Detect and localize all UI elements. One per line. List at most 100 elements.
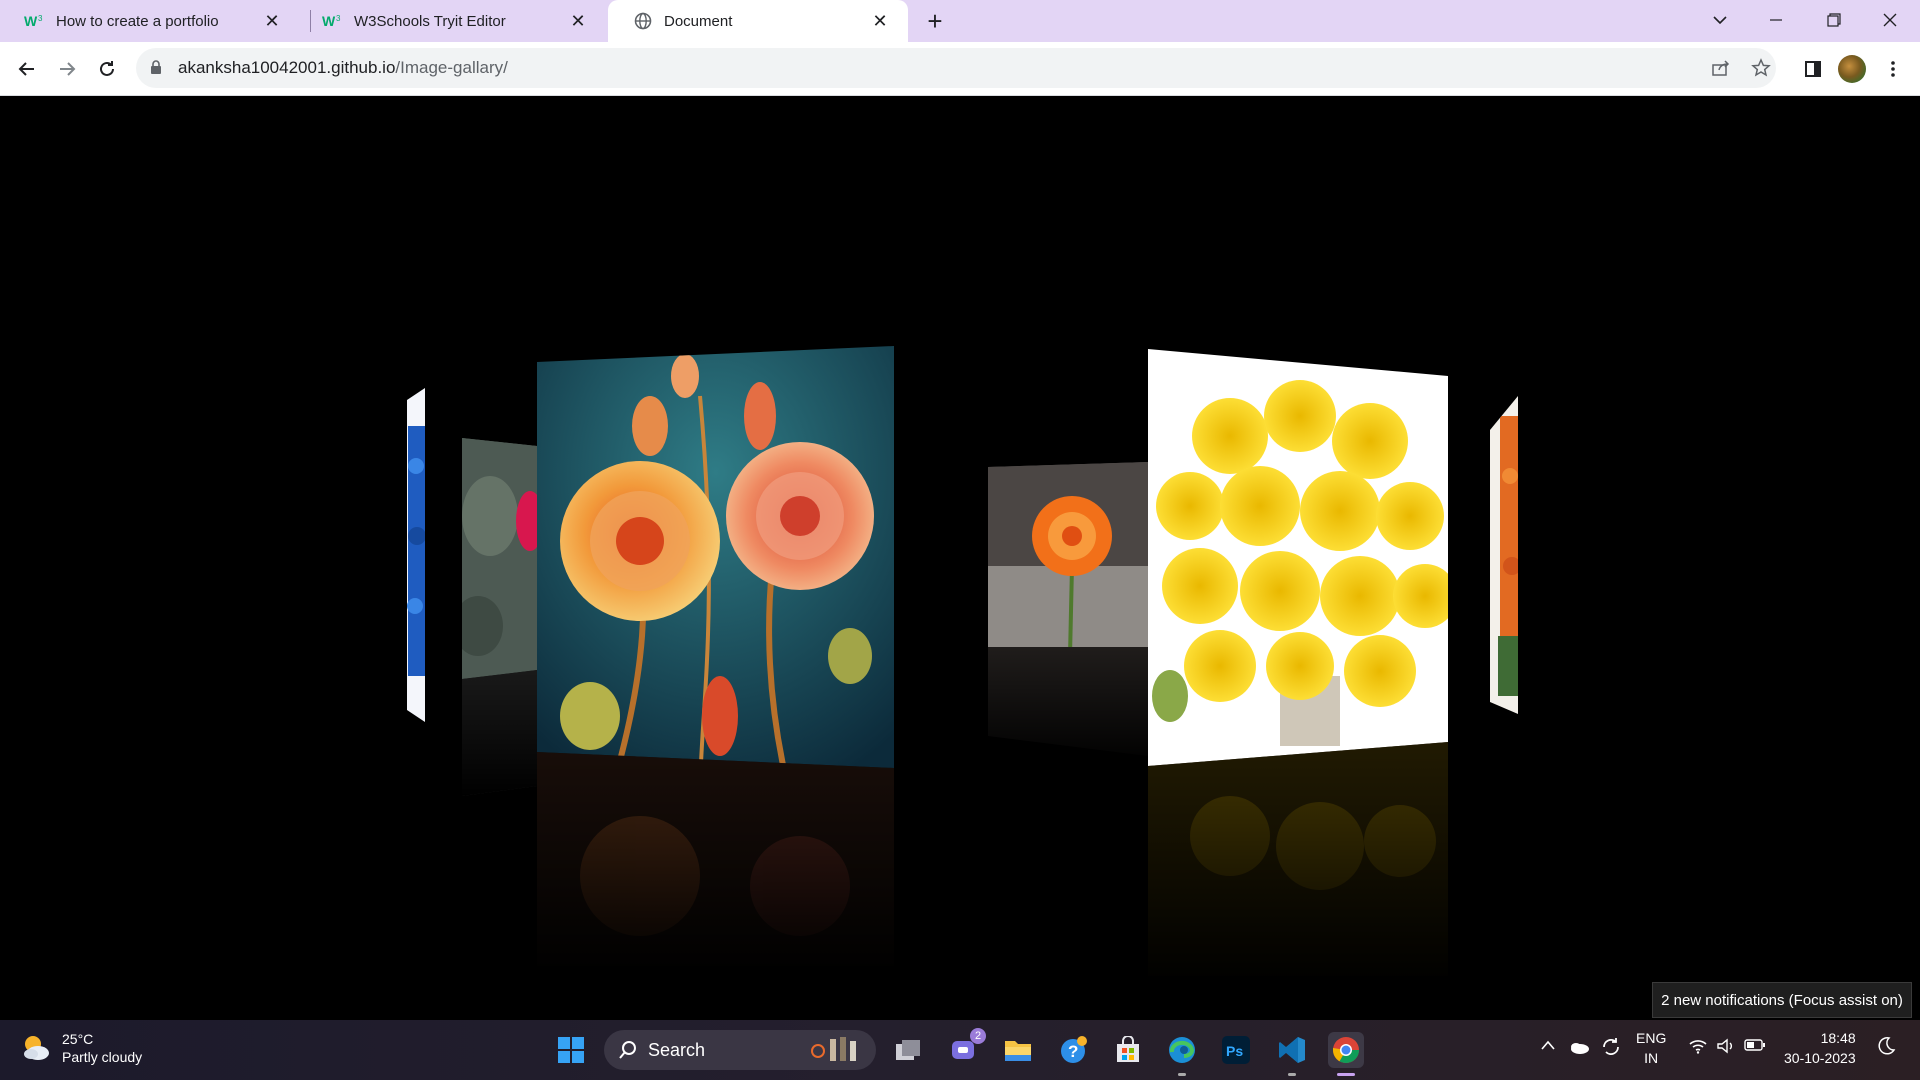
svg-text:Ps: Ps <box>1226 1043 1243 1059</box>
language-indicator[interactable]: ENG IN <box>1636 1028 1666 1068</box>
close-tab-icon[interactable]: ✕ <box>568 11 588 31</box>
url-text[interactable]: akanksha10042001.github.io/Image-gallary… <box>178 58 508 78</box>
tab-title: Document <box>664 12 733 30</box>
search-highlight-icon <box>811 1037 856 1061</box>
edge-icon <box>1169 1037 1195 1063</box>
gallery-page <box>0 96 1920 1020</box>
url-path: /Image-gallary/ <box>395 58 508 77</box>
partly-cloudy-icon <box>24 1036 49 1060</box>
side-panel-icon <box>1805 61 1821 77</box>
system-clock[interactable]: 18:48 30-10-2023 <box>1784 1028 1856 1068</box>
get-help-button[interactable]: ? <box>1056 1032 1092 1068</box>
running-indicator <box>1178 1073 1186 1076</box>
close-icon <box>1883 13 1897 27</box>
store-icon <box>1117 1036 1139 1062</box>
task-view-button[interactable] <box>890 1032 926 1068</box>
wifi-icon[interactable] <box>1688 1038 1708 1057</box>
lock-icon[interactable] <box>150 60 162 80</box>
language-line2: IN <box>1644 1050 1659 1066</box>
notification-toast[interactable]: 2 new notifications (Focus assist on) <box>1652 982 1912 1018</box>
image-carousel <box>407 346 1521 986</box>
gallery-image-orange-flowers[interactable] <box>1490 396 1521 856</box>
globe-icon <box>632 12 654 30</box>
share-icon[interactable] <box>1710 57 1732 79</box>
folder-icon <box>1005 1041 1031 1061</box>
running-indicator <box>1288 1073 1296 1076</box>
url-host: akanksha10042001.github.io <box>178 58 396 77</box>
w3schools-icon: W3 <box>322 13 344 29</box>
tab-w3schools-tryit[interactable]: W3 W3Schools Tryit Editor ✕ <box>298 0 606 42</box>
tab-title: W3Schools Tryit Editor <box>354 12 506 30</box>
photoshop-button[interactable]: Ps <box>1218 1032 1254 1068</box>
gallery-image-orange-rose[interactable] <box>988 462 1148 766</box>
tab-search-button[interactable] <box>1692 0 1748 40</box>
tab-document[interactable]: Document ✕ <box>608 0 908 42</box>
task-view-icon <box>896 1040 920 1060</box>
chat-badge: 2 <box>970 1028 986 1044</box>
file-explorer-button[interactable] <box>1000 1032 1036 1068</box>
vscode-button[interactable] <box>1274 1032 1310 1076</box>
gallery-image-pink-rose[interactable] <box>453 436 544 796</box>
restore-icon <box>1827 13 1841 27</box>
profile-avatar[interactable] <box>1838 55 1866 83</box>
windows-logo-icon <box>558 1037 584 1063</box>
tab-strip: W3 How to create a portfolio ✕ W3 W3Scho… <box>0 0 1920 42</box>
focus-assist-icon[interactable] <box>1876 1036 1896 1059</box>
forward-button[interactable] <box>52 54 82 84</box>
search-label: Search <box>648 1039 706 1060</box>
chrome-button[interactable] <box>1328 1032 1364 1076</box>
show-hidden-icons-button[interactable] <box>1540 1038 1556 1054</box>
browser-toolbar: akanksha10042001.github.io/Image-gallary… <box>0 42 1920 96</box>
new-tab-button[interactable]: + <box>920 6 950 36</box>
svg-text:3: 3 <box>38 14 43 23</box>
arrow-right-icon <box>60 62 76 76</box>
side-panel-button[interactable] <box>1798 54 1828 84</box>
edge-button[interactable] <box>1164 1032 1200 1076</box>
taskbar-search[interactable]: Search <box>604 1030 876 1070</box>
reload-button[interactable] <box>92 54 122 84</box>
more-vertical-icon <box>1891 61 1895 77</box>
tab-title: How to create a portfolio <box>56 12 219 30</box>
chrome-icon <box>1332 1037 1360 1064</box>
svg-text:W: W <box>24 14 38 28</box>
restore-button[interactable] <box>1806 0 1862 40</box>
windows-taskbar: 25°C Partly cloudy Search 2 ? Ps ENG IN … <box>0 1020 1920 1080</box>
reload-icon <box>100 61 114 76</box>
gallery-image-yellow-roses-bouquet[interactable] <box>1148 349 1457 986</box>
photoshop-icon: Ps <box>1222 1036 1250 1064</box>
help-icon: ? <box>1061 1036 1087 1063</box>
back-button[interactable] <box>12 54 42 84</box>
menu-button[interactable] <box>1878 54 1908 84</box>
search-icon <box>619 1041 636 1059</box>
teams-chat-button[interactable]: 2 <box>946 1028 986 1068</box>
close-tab-icon[interactable]: ✕ <box>870 11 890 31</box>
weather-condition: Partly cloudy <box>62 1049 143 1065</box>
w3schools-icon: W3 <box>24 13 46 29</box>
weather-temp: 25°C <box>62 1031 94 1047</box>
close-tab-icon[interactable]: ✕ <box>262 11 282 31</box>
onedrive-icon[interactable] <box>1568 1040 1590 1057</box>
clock-time: 18:48 <box>1820 1030 1856 1046</box>
svg-text:?: ? <box>1068 1042 1078 1061</box>
weather-widget[interactable]: 25°C Partly cloudy <box>20 1030 142 1066</box>
running-indicator <box>1337 1073 1355 1076</box>
svg-text:3: 3 <box>336 14 341 23</box>
microsoft-store-button[interactable] <box>1110 1032 1146 1068</box>
chevron-down-icon <box>1713 16 1727 25</box>
volume-icon[interactable] <box>1716 1038 1736 1057</box>
battery-icon[interactable] <box>1744 1038 1766 1055</box>
language-line1: ENG <box>1636 1030 1667 1046</box>
vscode-icon <box>1279 1037 1305 1063</box>
gallery-image-orange-red-roses-painting[interactable] <box>537 346 894 976</box>
chevron-up-icon <box>1541 1040 1555 1050</box>
bookmark-star-icon[interactable] <box>1750 57 1772 79</box>
tab-portfolio[interactable]: W3 How to create a portfolio ✕ <box>0 0 300 42</box>
sync-icon[interactable] <box>1600 1036 1622 1061</box>
close-window-button[interactable] <box>1862 0 1918 40</box>
arrow-left-icon <box>18 62 34 76</box>
svg-text:W: W <box>322 14 336 28</box>
gallery-image-blue-roses[interactable] <box>407 388 426 856</box>
address-bar[interactable]: akanksha10042001.github.io/Image-gallary… <box>136 48 1776 88</box>
start-button[interactable] <box>553 1032 589 1068</box>
minimize-button[interactable] <box>1748 0 1804 40</box>
